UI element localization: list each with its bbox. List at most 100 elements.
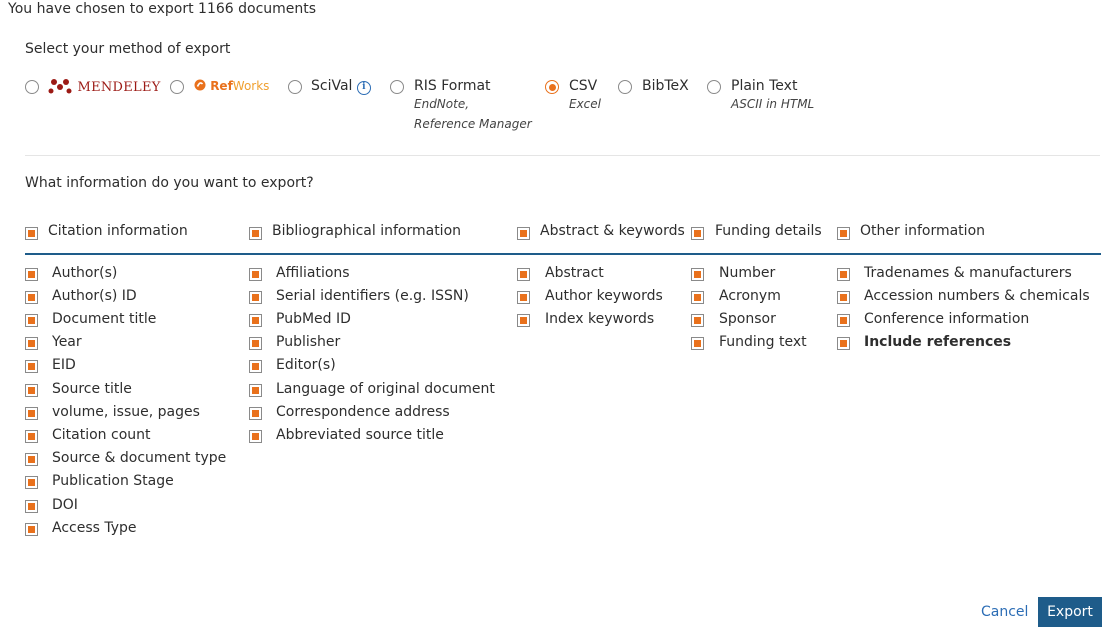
ris-sub-1: EndNote,	[414, 97, 470, 111]
checkbox-doi[interactable]	[25, 500, 38, 513]
scival-label: SciVal	[311, 78, 353, 94]
refworks-label-ref: Ref	[210, 79, 233, 93]
mendeley-radio[interactable]	[25, 80, 39, 94]
item-label: Accession numbers & chemicals	[864, 288, 1090, 304]
csv-option-label: CSV Excel	[569, 78, 601, 114]
item-label: EID	[52, 357, 76, 373]
checkbox-funding-acronym[interactable]	[691, 291, 704, 304]
export-method-title: Select your method of export	[25, 41, 231, 57]
plaintext-label: Plain Text	[731, 78, 798, 94]
refworks-radio[interactable]	[170, 80, 184, 94]
plaintext-radio[interactable]	[707, 80, 721, 94]
csv-label: CSV	[569, 78, 598, 94]
bibtex-radio[interactable]	[618, 80, 632, 94]
refworks-label-works: Works	[232, 79, 270, 93]
group-header-underline	[25, 253, 1101, 255]
item-label: Conference information	[864, 311, 1030, 327]
export-option-csv[interactable]	[545, 80, 559, 98]
section-divider	[25, 155, 1100, 156]
checkbox-volume-issue-pages[interactable]	[25, 407, 38, 420]
checkbox-funding-number[interactable]	[691, 268, 704, 281]
group-checkbox-other[interactable]	[837, 227, 850, 240]
group-label-funding: Funding details	[715, 223, 822, 239]
checkbox-year[interactable]	[25, 337, 38, 350]
export-option-mendeley[interactable]	[25, 80, 39, 98]
checkbox-conference-information[interactable]	[837, 314, 850, 327]
scival-radio[interactable]	[288, 80, 302, 94]
mendeley-logo-icon	[48, 79, 72, 94]
checkbox-source-document-type[interactable]	[25, 453, 38, 466]
checkbox-abstract[interactable]	[517, 268, 530, 281]
item-label: Publication Stage	[52, 473, 174, 489]
item-label: Source & document type	[52, 450, 227, 466]
checkbox-pubmed-id[interactable]	[249, 314, 262, 327]
mendeley-label: MENDELEY	[77, 80, 161, 95]
checkbox-authors[interactable]	[25, 268, 38, 281]
checkbox-language[interactable]	[249, 384, 262, 397]
refworks-logo-icon	[194, 79, 206, 91]
item-label: Author(s) ID	[52, 288, 137, 304]
cancel-button[interactable]: Cancel	[981, 604, 1028, 620]
checkbox-publication-stage[interactable]	[25, 476, 38, 489]
group-checkbox-bibliographical[interactable]	[249, 227, 262, 240]
export-option-ris[interactable]	[390, 80, 404, 98]
checkbox-citation-count[interactable]	[25, 430, 38, 443]
checkbox-source-title[interactable]	[25, 384, 38, 397]
checkbox-index-keywords[interactable]	[517, 314, 530, 327]
item-label: Number	[719, 265, 776, 281]
checkbox-abbreviated-source-title[interactable]	[249, 430, 262, 443]
group-checkbox-citation[interactable]	[25, 227, 38, 240]
checkbox-editors[interactable]	[249, 360, 262, 373]
checkbox-include-references[interactable]	[837, 337, 850, 350]
group-label-bibliographical: Bibliographical information	[272, 223, 462, 239]
item-label: Acronym	[719, 288, 781, 304]
item-label: Sponsor	[719, 311, 776, 327]
item-label: Funding text	[719, 334, 807, 350]
item-label: volume, issue, pages	[52, 404, 200, 420]
item-label-include-references: Include references	[864, 334, 1012, 350]
group-label-other: Other information	[860, 223, 986, 239]
csv-radio[interactable]	[545, 80, 559, 94]
group-checkbox-funding[interactable]	[691, 227, 704, 240]
checkbox-publisher[interactable]	[249, 337, 262, 350]
item-label: Correspondence address	[276, 404, 450, 420]
checkbox-affiliations[interactable]	[249, 268, 262, 281]
item-label: Serial identifiers (e.g. ISSN)	[276, 288, 469, 304]
export-option-bibtex[interactable]	[618, 80, 632, 98]
checkbox-access-type[interactable]	[25, 523, 38, 536]
csv-sub: Excel	[569, 97, 601, 111]
checkbox-document-title[interactable]	[25, 314, 38, 327]
item-label: Affiliations	[276, 265, 350, 281]
export-option-plaintext[interactable]	[707, 80, 721, 98]
item-label: Author keywords	[545, 288, 663, 304]
checkbox-serial-identifiers[interactable]	[249, 291, 262, 304]
checkbox-tradenames[interactable]	[837, 268, 850, 281]
checkbox-eid[interactable]	[25, 360, 38, 373]
export-count-title: You have chosen to export 1166 documents	[8, 1, 317, 17]
item-label: Author(s)	[52, 265, 118, 281]
bibtex-option-label: BibTeX	[642, 78, 689, 94]
refworks-logo: RefWorks	[194, 79, 269, 93]
export-information-title: What information do you want to export?	[25, 175, 314, 191]
group-label-citation: Citation information	[48, 223, 188, 239]
group-checkbox-abstract[interactable]	[517, 227, 530, 240]
checkbox-author-id[interactable]	[25, 291, 38, 304]
plaintext-option-label: Plain Text ASCII in HTML	[731, 78, 814, 114]
ris-radio[interactable]	[390, 80, 404, 94]
export-option-scival[interactable]	[288, 80, 302, 98]
item-label: Publisher	[276, 334, 341, 350]
checkbox-correspondence-address[interactable]	[249, 407, 262, 420]
checkbox-accession-numbers[interactable]	[837, 291, 850, 304]
export-option-refworks[interactable]	[170, 80, 184, 98]
checkbox-author-keywords[interactable]	[517, 291, 530, 304]
info-icon[interactable]: i	[356, 81, 371, 95]
item-label: Editor(s)	[276, 357, 336, 373]
item-label: PubMed ID	[276, 311, 351, 327]
checkbox-funding-sponsor[interactable]	[691, 314, 704, 327]
item-label: DOI	[52, 497, 78, 513]
checkbox-funding-text[interactable]	[691, 337, 704, 350]
ris-label: RIS Format	[414, 78, 491, 94]
item-label: Tradenames & manufacturers	[864, 265, 1072, 281]
export-button[interactable]: Export	[1038, 597, 1102, 627]
mendeley-logo: MENDELEY	[47, 78, 161, 95]
